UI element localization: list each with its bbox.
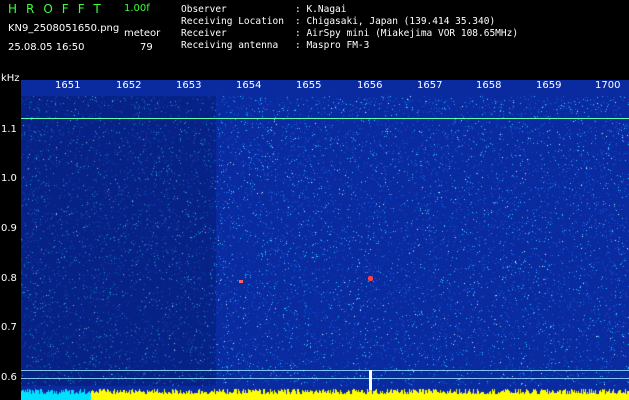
brand-title: HROFFT	[8, 2, 110, 16]
info-value: : Chigasaki, Japan (139.414 35.340)	[295, 16, 496, 27]
time-tick-label: 1659	[536, 80, 562, 91]
header-panel: HROFFT 1.00f KN9_2508051650.png meteor 2…	[0, 0, 629, 84]
meteor-count-label: meteor	[124, 28, 161, 39]
info-row: Observer : K.Nagai	[181, 4, 518, 16]
info-value: : Maspro FM-3	[295, 40, 370, 51]
carrier-line	[21, 118, 629, 119]
signal-baseline	[21, 380, 629, 400]
info-value: : AirSpy mini (Miakejima VOR 108.65MHz)	[295, 28, 519, 39]
freq-tick-label: 1.1	[1, 124, 17, 135]
station-info: Observer : K.Nagai Receiving Location : …	[181, 4, 518, 52]
time-tick-label: 1654	[236, 80, 262, 91]
time-tick-label: 1700	[595, 80, 621, 91]
freq-tick-label: 0.9	[1, 223, 17, 234]
y-unit-label: kHz	[1, 73, 20, 84]
info-key: Observer	[181, 4, 227, 15]
time-tick-label: 1652	[116, 80, 142, 91]
info-key: Receiving Location	[181, 16, 284, 27]
meteor-echo	[368, 276, 373, 281]
time-tick-label: 1653	[176, 80, 202, 91]
spectrogram-noise	[21, 80, 629, 400]
info-key: Receiver	[181, 28, 227, 39]
time-tick-label: 1657	[417, 80, 443, 91]
time-tick-label: 1658	[476, 80, 502, 91]
meteor-count: 79	[140, 42, 153, 53]
capture-datetime: 25.08.05 16:50	[8, 42, 85, 53]
freq-tick-label: 1.0	[1, 173, 17, 184]
file-name: KN9_2508051650.png	[8, 23, 120, 34]
info-row: Receiving antenna : Maspro FM-3	[181, 40, 518, 52]
meteor-echo	[239, 280, 243, 283]
time-tick-label: 1651	[55, 80, 81, 91]
info-row: Receiving Location : Chigasaki, Japan (1…	[181, 16, 518, 28]
time-tick-label: 1655	[296, 80, 322, 91]
reference-line	[21, 370, 629, 371]
freq-tick-label: 0.6	[1, 372, 17, 383]
freq-tick-label: 0.7	[1, 322, 17, 333]
info-value: : K.Nagai	[295, 4, 347, 15]
time-tick-label: 1656	[357, 80, 383, 91]
reference-line	[21, 378, 629, 379]
version-label: 1.00f	[124, 3, 150, 14]
freq-tick-label: 0.8	[1, 273, 17, 284]
spectrogram-plot: 1651 1652 1653 1654 1655 1656 1657 1658 …	[21, 80, 629, 400]
info-row: Receiver : AirSpy mini (Miakejima VOR 10…	[181, 28, 518, 40]
info-key: Receiving antenna	[181, 40, 279, 51]
